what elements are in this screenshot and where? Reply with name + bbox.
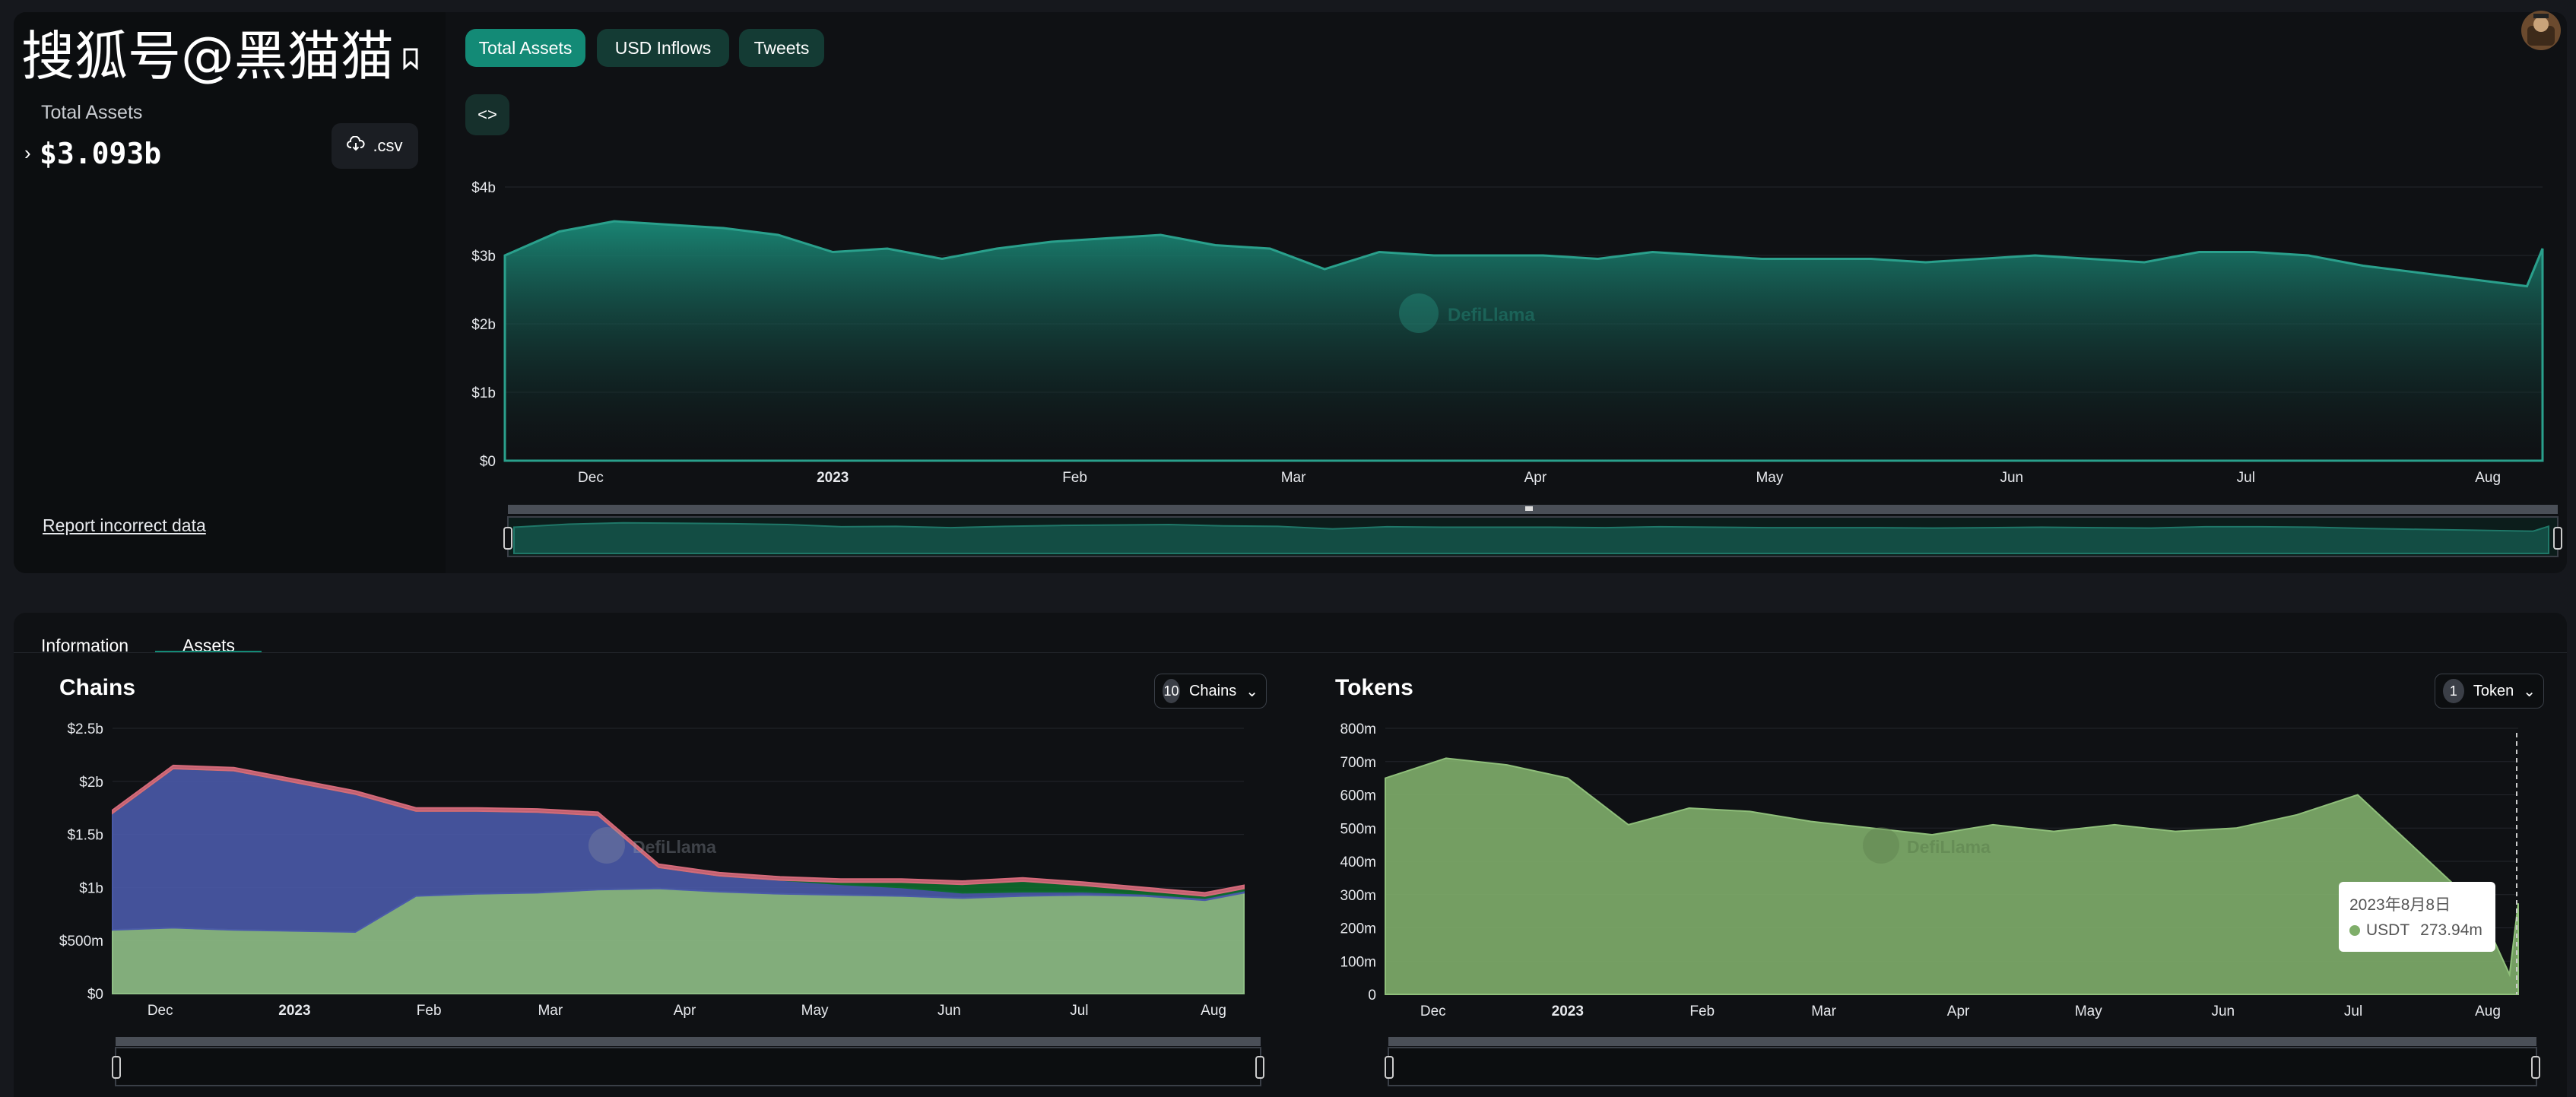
y-tick-label: $500m — [59, 934, 103, 950]
x-tick-label: Apr — [1947, 1003, 1970, 1019]
x-tick-label: Mar — [1811, 1003, 1836, 1019]
brush-handle-right[interactable] — [1255, 1056, 1264, 1079]
x-tick-label: Mar — [1281, 470, 1306, 486]
x-tick-label: Dec — [578, 470, 604, 486]
brand-watermark-text: DefiLlama — [633, 837, 716, 857]
range-brush[interactable] — [503, 505, 2562, 557]
total-assets-chart: $4b $3b $2b $1b $0 Dec 2023 Feb Mar Apr May Jun Jul… — [471, 180, 2562, 557]
x-tick-label: Dec — [148, 1003, 173, 1019]
source-watermark: 搜狐号@黑猫猫 — [21, 25, 394, 87]
brush-preview — [1388, 1047, 2537, 1086]
x-tick-label: Jul — [2237, 470, 2255, 486]
tokens-range-brush[interactable] — [1385, 1037, 2540, 1086]
y-tick-label: 300m — [1340, 888, 1376, 904]
x-tick-label: 2023 — [1552, 1003, 1584, 1019]
tooltip-value: 273.94m — [2420, 921, 2482, 939]
total-assets-area-series — [503, 220, 2544, 462]
x-tick-label: Jul — [1070, 1003, 1088, 1019]
y-tick-label: 800m — [1340, 721, 1376, 737]
x-tick-label: Jun — [2000, 470, 2023, 486]
tooltip-series-name: USDT — [2366, 921, 2410, 939]
brand-watermark-text: DefiLlama — [1907, 837, 1991, 857]
tokens-x-axis: Dec 2023 Feb Mar Apr May Jun Jul Aug — [1420, 1003, 2501, 1019]
y-tick-label: $2b — [79, 775, 103, 791]
logo-avatar-icon[interactable] — [2521, 11, 2561, 50]
y-tick-label: $0 — [480, 454, 496, 470]
chains-stacked-areas — [112, 764, 1245, 994]
brush-handle-left[interactable] — [1385, 1056, 1394, 1079]
brush-grip[interactable] — [1525, 506, 1533, 511]
y-tick-label: $1.5b — [67, 828, 103, 844]
main-x-axis: Dec 2023 Feb Mar Apr May Jun Jul Aug — [578, 470, 2501, 486]
y-tick-label: $1b — [79, 880, 103, 896]
brush-handle-left[interactable] — [112, 1056, 121, 1079]
y-tick-label: 200m — [1340, 921, 1376, 937]
x-tick-label: May — [1756, 470, 1783, 486]
y-tick-label: $2.5b — [67, 721, 103, 737]
y-tick-label: 600m — [1340, 788, 1376, 804]
total-assets-panel: Total Assets › $3.093b .csv Report incor… — [14, 12, 2567, 573]
x-tick-label: 2023 — [817, 470, 849, 486]
x-tick-label: Apr — [674, 1003, 696, 1019]
brush-handle-right[interactable] — [2531, 1056, 2540, 1079]
chains-range-brush[interactable] — [112, 1037, 1264, 1086]
tooltip-series-marker — [2349, 925, 2360, 936]
brush-track[interactable] — [1388, 1037, 2536, 1046]
chains-and-tokens-charts: $2.5b $2b $1.5b $1b $500m $0 Dec 2023 Feb Mar Apr… — [59, 721, 2540, 1086]
x-tick-label: Jun — [937, 1003, 961, 1019]
x-tick-label: May — [801, 1003, 829, 1019]
x-tick-label: Jul — [2344, 1003, 2362, 1019]
brand-watermark-text: DefiLlama — [1448, 305, 1535, 325]
x-tick-label: Jun — [2211, 1003, 2235, 1019]
x-tick-label: May — [2075, 1003, 2102, 1019]
x-tick-label: Mar — [538, 1003, 563, 1019]
y-tick-label: 100m — [1340, 954, 1376, 970]
chart-tooltip: 2023年8月8日 USDT 273.94m — [2339, 882, 2495, 952]
tokens-y-axis: 800m 700m 600m 500m 400m 300m 200m 100m 0 — [1340, 721, 1376, 1003]
main-y-axis: $4b $3b $2b $1b $0 — [471, 180, 496, 470]
assets-panel: Information Assets Chains 10 Chains ⌄ To… — [14, 613, 2567, 1097]
y-tick-label: 0 — [1368, 988, 1376, 1003]
x-tick-label: Aug — [1201, 1003, 1226, 1019]
x-tick-label: Aug — [2475, 470, 2501, 486]
brush-handle-left[interactable] — [503, 527, 512, 550]
usdt-area-series — [1385, 757, 2519, 995]
y-tick-label: $4b — [471, 180, 496, 196]
y-tick-label: $2b — [471, 317, 496, 333]
brush-preview — [115, 1047, 1261, 1086]
y-tick-label: 700m — [1340, 755, 1376, 771]
chains-y-axis: $2.5b $2b $1.5b $1b $500m $0 — [59, 721, 103, 1003]
tooltip-date: 2023年8月8日 — [2349, 896, 2451, 914]
brush-preview-area — [513, 522, 2549, 554]
x-tick-label: Feb — [1062, 470, 1087, 486]
y-tick-label: 400m — [1340, 854, 1376, 870]
brush-track[interactable] — [116, 1037, 1261, 1046]
brush-handle-right[interactable] — [2553, 527, 2562, 550]
y-tick-label: $3b — [471, 249, 496, 265]
x-tick-label: Dec — [1420, 1003, 1446, 1019]
x-tick-label: Feb — [417, 1003, 442, 1019]
y-tick-label: 500m — [1340, 821, 1376, 837]
x-tick-label: Apr — [1524, 470, 1547, 486]
y-tick-label: $1b — [471, 385, 496, 401]
chains-x-axis: Dec 2023 Feb Mar Apr May Jun Jul Aug — [148, 1003, 1226, 1019]
x-tick-label: Aug — [2475, 1003, 2501, 1019]
y-tick-label: $0 — [87, 987, 103, 1003]
x-tick-label: Feb — [1689, 1003, 1715, 1019]
x-tick-label: 2023 — [278, 1003, 310, 1019]
